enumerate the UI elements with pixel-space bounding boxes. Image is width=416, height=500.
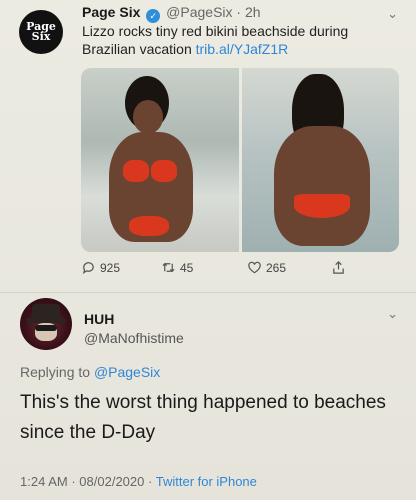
retweet-action[interactable]: 45 xyxy=(161,260,193,275)
divider xyxy=(0,292,416,293)
reply-action[interactable]: 925 xyxy=(81,260,120,275)
avatar-text-line-2: Six xyxy=(31,30,51,43)
retweet-icon xyxy=(162,262,175,273)
like-icon xyxy=(248,261,261,274)
share-icon xyxy=(333,261,344,274)
tweet-meta: 1:24 AM · 08/02/2020 · Twitter for iPhon… xyxy=(20,474,257,489)
handle[interactable]: @MaNofhistime xyxy=(84,330,184,346)
screenshot: Page Six Page Six ✓ @PageSix · 2h ⌄ Lizz… xyxy=(0,0,416,500)
replying-to-mention[interactable]: @PageSix xyxy=(94,364,160,380)
display-name[interactable]: Page Six xyxy=(82,4,140,20)
quoted-tweet-text: Lizzo rocks tiny red bikini beachside du… xyxy=(82,22,392,58)
tweet-text: This's the worst thing happened to beach… xyxy=(20,392,386,443)
meta-separator-2: · xyxy=(148,474,153,489)
retweet-count: 45 xyxy=(180,260,194,275)
quoted-tweet[interactable]: Page Six Page Six ✓ @PageSix · 2h ⌄ Lizz… xyxy=(0,0,416,290)
like-count: 265 xyxy=(266,260,287,275)
reply-count: 925 xyxy=(100,260,121,275)
photo-front-view[interactable] xyxy=(81,68,239,252)
like-action[interactable]: 265 xyxy=(247,260,286,275)
media-grid[interactable] xyxy=(81,68,399,252)
chevron-down-icon[interactable]: ⌄ xyxy=(387,6,398,22)
separator: · xyxy=(236,4,242,20)
page-six-avatar[interactable]: Page Six xyxy=(19,10,63,54)
tweet-time[interactable]: 1:24 AM xyxy=(20,474,68,489)
verified-badge-icon: ✓ xyxy=(146,9,161,23)
timestamp[interactable]: 2h xyxy=(245,4,261,20)
photo-back-view[interactable] xyxy=(241,68,399,252)
tweet-actions: 925 45 265 xyxy=(81,260,401,280)
reply-icon xyxy=(82,262,94,275)
share-action[interactable] xyxy=(331,260,346,275)
chevron-down-icon[interactable]: ⌄ xyxy=(387,306,398,322)
user-avatar[interactable] xyxy=(20,298,72,350)
meta-separator-1: · xyxy=(71,474,76,489)
replying-to-label: Replying to xyxy=(20,364,91,380)
replying-to: Replying to @PageSix xyxy=(20,364,160,380)
tweet-client[interactable]: Twitter for iPhone xyxy=(156,474,257,489)
display-name[interactable]: HUH xyxy=(84,311,114,327)
tweet-link[interactable]: trib.al/YJafZ1R xyxy=(196,41,289,57)
handle[interactable]: @PageSix xyxy=(166,4,232,20)
tweet-date[interactable]: 08/02/2020 xyxy=(79,474,144,489)
quoted-tweet-header: Page Six ✓ @PageSix · 2h xyxy=(82,4,261,23)
